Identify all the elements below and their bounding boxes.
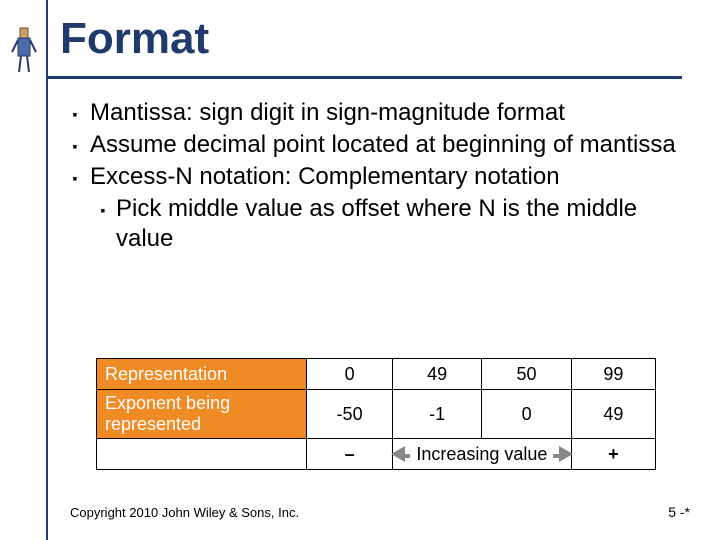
sub-bullet-item: ▪ Pick middle value as offset where N is…	[90, 194, 680, 254]
table-cell: 0	[307, 359, 393, 390]
slide-title: Format	[60, 14, 209, 64]
table-row: Representation 0 49 50 99	[97, 359, 656, 390]
bullet-item: ▪ Assume decimal point located at beginn…	[60, 130, 680, 160]
table-cell: 0	[482, 390, 571, 439]
bullet-glyph-icon: ▪	[60, 162, 90, 192]
plus-sign: +	[571, 439, 655, 470]
arrow-left-icon	[391, 446, 405, 462]
table-cell: -1	[392, 390, 481, 439]
bullet-item: ▪ Excess-N notation: Complementary notat…	[60, 162, 680, 192]
slide-mascot-icon	[10, 26, 38, 76]
bullet-glyph-icon: ▪	[60, 98, 90, 128]
row-label: Representation	[97, 359, 307, 390]
table-cell: -50	[307, 390, 393, 439]
table-cell: 49	[392, 359, 481, 390]
arrow-right-icon	[559, 446, 573, 462]
sub-bullet-text: Pick middle value as offset where N is t…	[116, 194, 680, 254]
bullet-text: Mantissa: sign digit in sign-magnitude f…	[90, 98, 680, 128]
bullet-item: ▪ Mantissa: sign digit in sign-magnitude…	[60, 98, 680, 128]
table-row: Exponent being represented -50 -1 0 49	[97, 390, 656, 439]
table-cell: 50	[482, 359, 571, 390]
vertical-rule	[46, 0, 48, 540]
excess-n-table: Representation 0 49 50 99 Exponent being…	[96, 358, 656, 470]
row-label: Exponent being represented	[97, 390, 307, 439]
bullet-text: Excess-N notation: Complementary notatio…	[90, 162, 680, 192]
table-cell: 99	[571, 359, 655, 390]
content-area: ▪ Mantissa: sign digit in sign-magnitude…	[60, 98, 680, 254]
slide-number: 5 -*	[668, 504, 690, 520]
table-cell: 49	[571, 390, 655, 439]
bullet-glyph-icon: ▪	[60, 130, 90, 160]
copyright-text: Copyright 2010 John Wiley & Sons, Inc.	[70, 505, 299, 520]
increasing-value-label: Increasing value	[410, 444, 553, 465]
minus-sign: –	[307, 439, 393, 470]
increasing-value-row: – Increasing value +	[97, 439, 656, 470]
bullet-text: Assume decimal point located at beginnin…	[90, 130, 680, 160]
bullet-glyph-icon: ▪	[90, 194, 116, 254]
horizontal-rule	[46, 76, 682, 79]
